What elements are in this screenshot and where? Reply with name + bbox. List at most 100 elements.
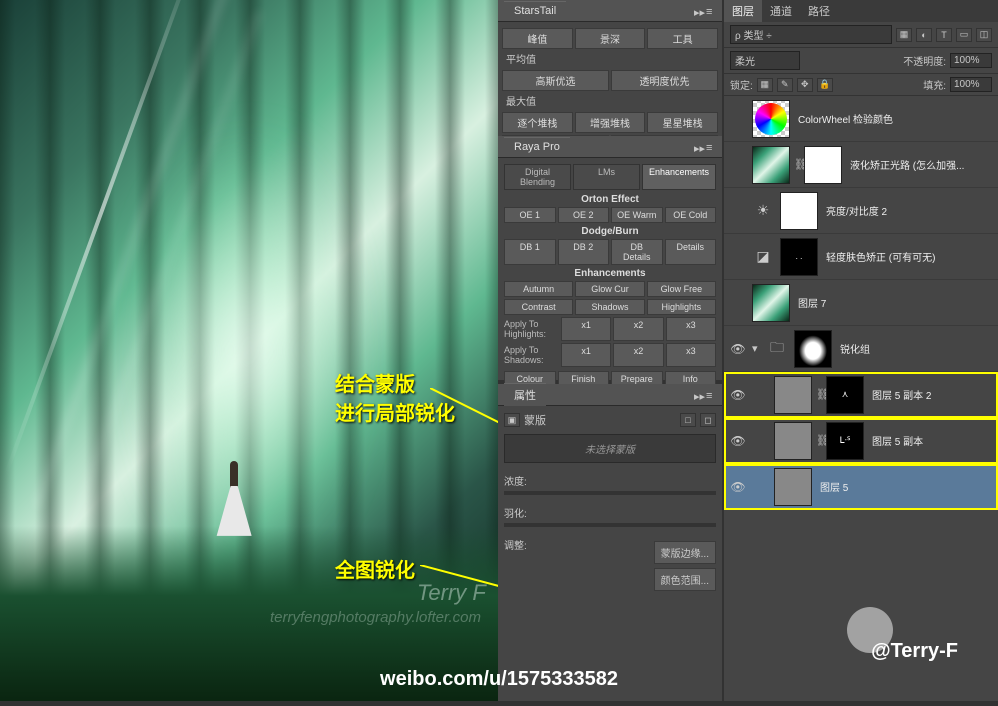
layer-thumb[interactable] <box>774 422 812 460</box>
st-btn-stack1[interactable]: 逐个堆栈 <box>502 112 573 133</box>
group-toggle-icon[interactable]: ▾ <box>752 342 766 355</box>
layer-thumb[interactable] <box>774 468 812 506</box>
layer-row[interactable]: ☀ 亮度/对比度 2 <box>724 188 998 234</box>
mask-thumb[interactable]: ᒪᐧᔆ <box>826 422 864 460</box>
tab-paths[interactable]: 路径 <box>800 0 838 22</box>
layer-row[interactable]: 图层 7 <box>724 280 998 326</box>
panel-menu-icon[interactable]: ▸▸ <box>694 6 704 16</box>
layer-name[interactable]: 图层 5 副本 <box>868 433 998 448</box>
visibility-toggle[interactable]: 👁 <box>724 434 752 448</box>
raya-contrast[interactable]: Contrast <box>504 299 573 315</box>
raya-glowfree[interactable]: Glow Free <box>647 281 716 297</box>
mask-thumb[interactable] <box>780 192 818 230</box>
layer-row[interactable]: 👁 图层 5 <box>724 464 998 510</box>
mask-thumb[interactable] <box>794 330 832 368</box>
st-tab-tools[interactable]: 工具 <box>647 28 718 49</box>
layer-name[interactable]: 图层 7 <box>794 295 998 310</box>
raya-sh-x3[interactable]: x3 <box>666 343 716 367</box>
raya-tab-blend[interactable]: Digital Blending <box>504 164 571 190</box>
layer-row[interactable]: 👁 ⛓ ᒪᐧᔆ 图层 5 副本 <box>724 418 998 464</box>
raya-tab-lms[interactable]: LMs <box>573 164 640 190</box>
raya-shadows[interactable]: Shadows <box>575 299 644 315</box>
panel-menu-icon[interactable]: ≡ <box>706 6 716 16</box>
props-header[interactable]: 属性 ▸▸ ≡ <box>498 384 722 406</box>
raya-det[interactable]: Details <box>665 239 717 265</box>
raya-header[interactable]: Raya Pro ▸▸ ≡ <box>498 136 722 158</box>
layer-row-group[interactable]: 👁 ▾ 🗀 锐化组 <box>724 326 998 372</box>
layer-name[interactable]: 图层 5 <box>816 479 998 494</box>
filter-kind-select[interactable]: ρ 类型 ÷ <box>730 25 892 44</box>
layer-thumb[interactable] <box>752 146 790 184</box>
filter-type-icon[interactable]: T <box>936 28 952 42</box>
raya-title-tab[interactable]: Raya Pro <box>504 137 570 156</box>
mask-thumb[interactable]: ⋏ <box>826 376 864 414</box>
link-icon[interactable]: ⛓ <box>794 158 804 171</box>
raya-db1[interactable]: DB 1 <box>504 239 556 265</box>
filter-shape-icon[interactable]: ▭ <box>956 28 972 42</box>
raya-hi-x2[interactable]: x2 <box>613 317 663 341</box>
fill-value[interactable]: 100% <box>950 77 992 92</box>
feather-slider[interactable] <box>504 523 716 527</box>
panel-menu-icon[interactable]: ≡ <box>706 390 716 400</box>
raya-oewarm[interactable]: OE Warm <box>611 207 663 223</box>
layer-thumb[interactable] <box>752 100 790 138</box>
mask-thumb[interactable]: . . <box>780 238 818 276</box>
raya-hi-x3[interactable]: x3 <box>666 317 716 341</box>
filter-pixel-icon[interactable]: ▦ <box>896 28 912 42</box>
visibility-toggle[interactable]: 👁 <box>724 388 752 402</box>
layer-thumb[interactable] <box>752 284 790 322</box>
link-icon[interactable]: ⛓ <box>816 388 826 401</box>
starstail-title-tab[interactable]: StarsTail <box>504 1 566 20</box>
layer-row[interactable]: ⛓ 液化矫正光路 (怎么加强... <box>724 142 998 188</box>
color-range-button[interactable]: 颜色范围... <box>654 568 716 591</box>
tab-layers[interactable]: 图层 <box>724 0 762 22</box>
pixel-mask-icon[interactable]: □ <box>680 413 696 427</box>
tab-channels[interactable]: 通道 <box>762 0 800 22</box>
lock-all-icon[interactable]: 🔒 <box>817 78 833 92</box>
filter-smart-icon[interactable]: ◫ <box>976 28 992 42</box>
st-btn-stack2[interactable]: 增强堆栈 <box>575 112 646 133</box>
link-icon[interactable]: ⛓ <box>816 434 826 447</box>
raya-db2[interactable]: DB 2 <box>558 239 610 265</box>
opacity-value[interactable]: 100% <box>950 53 992 68</box>
filter-adjust-icon[interactable]: ◐ <box>916 28 932 42</box>
layer-row[interactable]: ◪ . . 轻度肤色矫正 (可有可无) <box>724 234 998 280</box>
st-btn-gauss[interactable]: 高斯优选 <box>502 70 609 91</box>
layer-name[interactable]: 液化矫正光路 (怎么加强... <box>846 157 998 172</box>
raya-sh-x1[interactable]: x1 <box>561 343 611 367</box>
vector-mask-icon[interactable]: ◻ <box>700 413 716 427</box>
raya-autumn[interactable]: Autumn <box>504 281 573 297</box>
st-btn-opacity[interactable]: 透明度优先 <box>611 70 718 91</box>
raya-dbdet[interactable]: DB Details <box>611 239 663 265</box>
raya-oecold[interactable]: OE Cold <box>665 207 717 223</box>
layer-name[interactable]: 锐化组 <box>836 341 998 356</box>
raya-glowcur[interactable]: Glow Cur <box>575 281 644 297</box>
panel-collapse-icon[interactable]: ▸▸ <box>694 142 704 152</box>
visibility-toggle[interactable]: 👁 <box>724 480 752 494</box>
raya-oe2[interactable]: OE 2 <box>558 207 610 223</box>
raya-tab-enhance[interactable]: Enhancements <box>642 164 716 190</box>
layer-row[interactable]: 👁 ⛓ ⋏ 图层 5 副本 2 <box>724 372 998 418</box>
st-tab-depth[interactable]: 景深 <box>575 28 646 49</box>
layer-name[interactable]: 亮度/对比度 2 <box>822 203 998 218</box>
blend-mode-select[interactable]: 柔光 <box>730 51 800 70</box>
raya-sh-x2[interactable]: x2 <box>613 343 663 367</box>
lock-transparent-icon[interactable]: ▦ <box>757 78 773 92</box>
raya-highlights[interactable]: Highlights <box>647 299 716 315</box>
st-btn-stack3[interactable]: 星星堆栈 <box>647 112 718 133</box>
layer-name[interactable]: ColorWheel 检验颜色 <box>794 111 998 126</box>
lock-pixels-icon[interactable]: ✎ <box>777 78 793 92</box>
mask-thumb[interactable] <box>804 146 842 184</box>
raya-oe1[interactable]: OE 1 <box>504 207 556 223</box>
mask-edge-button[interactable]: 蒙版边缘... <box>654 541 716 564</box>
layer-name[interactable]: 图层 5 副本 2 <box>868 387 998 402</box>
layer-thumb[interactable] <box>774 376 812 414</box>
layer-row[interactable]: ColorWheel 检验颜色 <box>724 96 998 142</box>
layer-name[interactable]: 轻度肤色矫正 (可有可无) <box>822 249 998 264</box>
st-tab-peak[interactable]: 峰值 <box>502 28 573 49</box>
visibility-toggle[interactable]: 👁 <box>724 342 752 356</box>
lock-position-icon[interactable]: ✥ <box>797 78 813 92</box>
panel-menu-icon[interactable]: ≡ <box>706 142 716 152</box>
props-title-tab[interactable]: 属性 <box>504 383 546 406</box>
density-slider[interactable] <box>504 491 716 495</box>
